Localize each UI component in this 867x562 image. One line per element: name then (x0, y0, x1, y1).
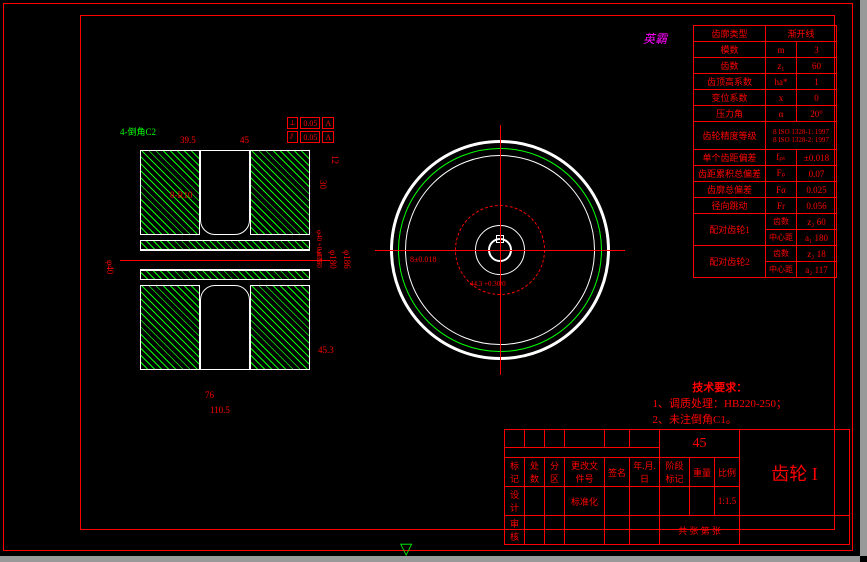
dim-phi186: φ186 (342, 250, 352, 269)
hatch-mid-top (140, 240, 310, 250)
tech-line-2: 2、未注倒角C1。 (653, 412, 787, 428)
param-header-2: 渐开线 (766, 26, 837, 42)
dim-45-3: 45.3 (318, 345, 334, 355)
dim-76: 76 (205, 390, 214, 400)
hatch-top-right (250, 150, 310, 235)
slot-top (200, 150, 250, 235)
dim-45: 45 (240, 135, 249, 145)
hatch-bot-right (250, 285, 310, 370)
section-view (140, 150, 310, 370)
dim-bore: φ40 +0.039/0 (315, 230, 323, 268)
scrollbar-vertical[interactable] (860, 0, 867, 556)
brand-label: 英霸 (643, 30, 667, 47)
dim-39-5: 39.5 (180, 135, 196, 145)
dim-12: 12 (330, 155, 340, 164)
gdt-frame: ⟂0.05A ⫽0.05A (285, 115, 336, 145)
dim-chamfer: 4-倒角C2 (120, 125, 156, 138)
scrollbar-horizontal[interactable] (0, 556, 860, 562)
material-cell: 45 (660, 430, 740, 458)
dim-keywidth: 8±0.018 (410, 255, 436, 264)
dim-phi180: φ180 (328, 250, 338, 269)
slot-bottom (200, 285, 250, 370)
param-header-1: 齿廓类型 (694, 26, 766, 42)
dim-phi40: φ40 (105, 260, 115, 274)
section-centerline-h (120, 260, 330, 261)
title-block: 45 齿轮 I 标记处数分区更改文件号签名年.月.日 阶段标记重量比例 设计标准… (504, 429, 850, 545)
dim-8r10: 8-R10 (170, 190, 193, 200)
dim-110-5: 110.5 (210, 405, 230, 415)
dim-keydepth: 44.3 +0.30/0 (470, 280, 506, 288)
dim-30: 30 (318, 180, 328, 189)
tech-title: 技术要求： (653, 380, 787, 396)
tech-line-1: 1、调质处理：HB220-250； (653, 396, 787, 412)
gear-parameter-table: 齿廓类型 渐开线 模数m3 齿数z₁60 齿顶高系数ha*1 变位系数x0 压力… (693, 25, 837, 278)
drawing-area: 4-倒角C2 39.5 45 8-R10 φ40 76 110.5 φ180 φ… (100, 100, 630, 430)
part-name-cell: 齿轮 I (740, 430, 850, 516)
front-centerline-v (500, 125, 501, 375)
hatch-bot-left (140, 285, 200, 370)
hatch-mid-bot (140, 270, 310, 280)
ucs-icon: ▽ (400, 539, 412, 559)
technical-requirements: 技术要求： 1、调质处理：HB220-250； 2、未注倒角C1。 (653, 380, 787, 428)
